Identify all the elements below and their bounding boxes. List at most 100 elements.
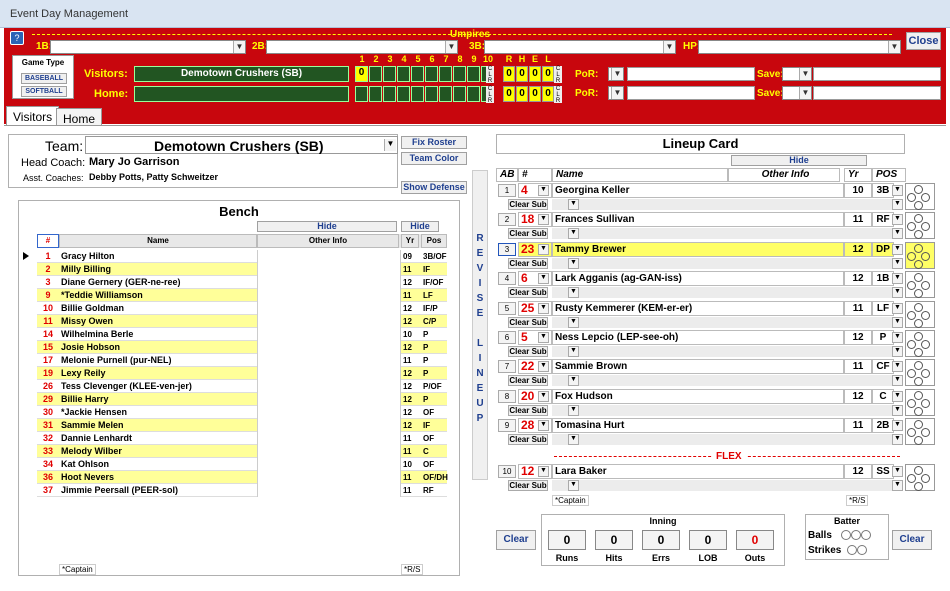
lineup-row[interactable]: 6 5 ▼ Ness Lepcio (LEP-see-oh) 12 P ▼ Clear Sub… — [496, 329, 935, 358]
chevron-down-icon[interactable]: ▼ — [892, 420, 903, 432]
ump-2b-select[interactable]: ▼ — [266, 40, 458, 54]
sub-field[interactable] — [552, 375, 892, 387]
bench-other-info[interactable] — [257, 328, 401, 341]
base-diamond-icon[interactable] — [905, 359, 935, 387]
home-inning-cell[interactable] — [411, 86, 424, 102]
clear-sub-button[interactable]: Clear Sub — [508, 434, 548, 446]
chevron-down-icon[interactable]: ▼ — [892, 199, 903, 210]
base-diamond-icon[interactable] — [905, 330, 935, 357]
bench-row[interactable]: 32 Dannie Lenhardt 11 OF — [37, 432, 447, 445]
home-rhel-cell[interactable]: 0 — [516, 86, 528, 102]
lineup-row[interactable]: 4 6 ▼ Lark Agganis (ag-GAN-iss) 12 1B ▼ Clear S… — [496, 270, 935, 299]
lineup-row[interactable]: 9 28 ▼ Tomasina Hurt 11 2B ▼ Clear Sub ▼ ▼ — [496, 417, 935, 446]
inning-value-runs[interactable]: 0 — [548, 530, 586, 550]
base-diamond-icon[interactable] — [905, 464, 935, 491]
visitors-rhel-cell[interactable]: 0 — [529, 66, 541, 82]
player-position[interactable]: SS — [872, 464, 894, 479]
inning-value-hits[interactable]: 0 — [595, 530, 633, 550]
bench-header-cell[interactable]: Name — [59, 234, 257, 248]
chevron-down-icon[interactable]: ▼ — [892, 375, 903, 387]
inning-value-outs[interactable]: 0 — [736, 530, 774, 550]
sub-field[interactable] — [552, 228, 892, 240]
player-name[interactable]: Georgina Keller — [552, 183, 844, 198]
at-bat-number[interactable]: 8 — [498, 389, 516, 403]
home-inning-cell[interactable] — [467, 86, 480, 102]
bench-other-info[interactable] — [257, 367, 401, 380]
sub-field[interactable] — [552, 257, 892, 269]
team-select[interactable]: Demotown Crushers (SB) ▼ — [85, 136, 398, 154]
bench-row[interactable]: 30 *Jackie Hensen 12 OF — [37, 406, 447, 419]
visitors-rhel-cell[interactable]: 0 — [542, 66, 554, 82]
chevron-down-icon[interactable]: ▼ — [538, 243, 549, 255]
team-color-button[interactable]: Team Color — [401, 152, 467, 165]
bench-header-cell[interactable]: Yr — [401, 234, 419, 248]
player-name[interactable]: Lark Agganis (ag-GAN-iss) — [552, 271, 844, 287]
base-diamond-icon[interactable] — [905, 300, 935, 328]
bench-row[interactable]: 3 Diane Gernery (GER-ne-ree) 12 IF/OF — [37, 276, 447, 289]
at-bat-number[interactable]: 6 — [498, 331, 516, 344]
bench-other-info[interactable] — [257, 484, 401, 497]
lineup-row[interactable]: 3 23 ▼ Tammy Brewer 12 DP ▼ Clear Sub ▼ ▼ — [496, 241, 935, 270]
fix-roster-button[interactable]: Fix Roster — [401, 136, 467, 149]
clr-rhel-visitors[interactable]: CLR — [554, 66, 562, 84]
player-name[interactable]: Rusty Kemmerer (KEM-er-er) — [552, 300, 844, 316]
chevron-down-icon[interactable]: ▼ — [568, 375, 579, 387]
at-bat-number[interactable]: 3 — [498, 242, 516, 256]
home-rhel-cell[interactable]: 0 — [542, 86, 554, 102]
chevron-down-icon[interactable]: ▼ — [892, 243, 903, 255]
lineup-row[interactable]: 8 20 ▼ Fox Hudson 12 C ▼ Clear Sub ▼ ▼ — [496, 388, 935, 417]
por-home-field[interactable] — [627, 86, 755, 100]
clear-sub-button[interactable]: Clear Sub — [508, 199, 548, 210]
clear-sub-button[interactable]: Clear Sub — [508, 316, 548, 328]
por-home-select[interactable]: ▼ — [608, 86, 624, 100]
bench-other-info[interactable] — [257, 276, 401, 289]
chevron-down-icon[interactable]: ▼ — [892, 434, 903, 446]
chevron-down-icon[interactable]: ▼ — [538, 361, 549, 373]
ump-hp-select[interactable]: ▼ — [698, 40, 901, 54]
bench-header-cell[interactable]: Pos — [421, 234, 447, 248]
chevron-down-icon[interactable]: ▼ — [568, 257, 579, 269]
bench-row[interactable]: 1 Gracy Hilton 09 3B/OF — [23, 250, 447, 263]
home-inning-cell[interactable] — [383, 86, 396, 102]
bench-row[interactable]: 26 Tess Clevenger (KLEE-ven-jer) 12 P/OF — [37, 380, 447, 393]
baseball-option[interactable]: BASEBALL — [21, 73, 67, 84]
bench-other-info[interactable] — [257, 302, 401, 315]
revise-lineup-button[interactable]: REVISELINEUP — [472, 170, 488, 480]
lineup-row[interactable]: 1 4 ▼ Georgina Keller 10 3B ▼ Clear Sub ▼ ▼ — [496, 182, 935, 211]
home-inning-cell[interactable] — [439, 86, 452, 102]
inning-value-lob[interactable]: 0 — [689, 530, 727, 550]
bench-hide-yr-pos[interactable]: Hide — [401, 221, 439, 232]
inning-clear-button[interactable]: Clear — [496, 530, 536, 550]
chevron-down-icon[interactable]: ▼ — [568, 287, 579, 299]
clear-sub-button[interactable]: Clear Sub — [508, 257, 548, 269]
bench-other-info[interactable] — [257, 406, 401, 419]
bench-row[interactable]: 29 Billie Harry 12 P — [37, 393, 447, 406]
base-diamond-icon[interactable] — [905, 271, 935, 299]
chevron-down-icon[interactable]: ▼ — [538, 185, 549, 196]
softball-option[interactable]: SOFTBALL — [21, 86, 67, 97]
player-position[interactable]: 3B — [872, 183, 894, 198]
save-home-select[interactable]: ▼ — [782, 86, 812, 100]
bench-row[interactable]: 15 Josie Hobson 12 P — [37, 341, 447, 354]
player-name[interactable]: Sammie Brown — [552, 359, 844, 375]
player-position[interactable]: P — [872, 330, 894, 345]
chevron-down-icon[interactable]: ▼ — [538, 466, 549, 477]
clr-visitors[interactable]: CLR — [486, 66, 494, 84]
chevron-down-icon[interactable]: ▼ — [568, 480, 579, 491]
chevron-down-icon[interactable]: ▼ — [538, 390, 549, 402]
chevron-down-icon[interactable]: ▼ — [568, 434, 579, 446]
chevron-down-icon[interactable]: ▼ — [892, 404, 903, 416]
show-defense-button[interactable]: Show Defense — [401, 181, 467, 194]
bench-row[interactable]: 37 Jimmie Peersall (PEER-sol) 11 RF — [37, 484, 447, 497]
at-bat-number[interactable]: 7 — [498, 360, 516, 374]
player-position[interactable]: RF — [872, 212, 894, 228]
home-inning-cell[interactable] — [355, 86, 368, 102]
visitors-inning-cell[interactable] — [439, 66, 452, 82]
clear-sub-button[interactable]: Clear Sub — [508, 375, 548, 387]
bench-row[interactable]: 2 Milly Billing 11 IF — [37, 263, 447, 276]
player-name[interactable]: Lara Baker — [552, 464, 844, 479]
home-inning-cell[interactable] — [369, 86, 382, 102]
player-position[interactable]: DP — [872, 241, 894, 257]
visitors-inning-cell[interactable] — [467, 66, 480, 82]
chevron-down-icon[interactable]: ▼ — [538, 332, 549, 343]
